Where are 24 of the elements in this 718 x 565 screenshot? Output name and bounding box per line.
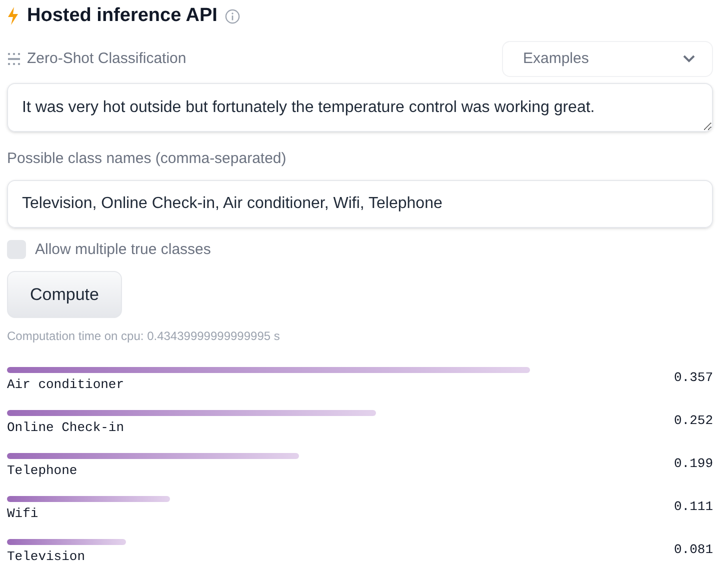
class-label: Online Check-in	[7, 419, 126, 437]
class-label: Television	[7, 548, 86, 565]
score-value: 0.357	[674, 369, 713, 387]
lightning-icon	[7, 7, 19, 25]
compute-button[interactable]: Compute	[7, 271, 122, 318]
class-label: Telephone	[7, 462, 78, 480]
task-label: Zero-Shot Classification	[27, 48, 186, 69]
class-label: Air conditioner	[7, 376, 126, 394]
class-names-field[interactable]: Television, Online Check-in, Air conditioner, Wifi, Telephone	[7, 180, 713, 228]
checkbox-label: Allow multiple true classes	[35, 240, 211, 260]
class-label: Wifi	[7, 505, 40, 523]
checkbox[interactable]	[7, 240, 26, 260]
examples-dropdown[interactable]: Examples	[502, 41, 713, 77]
computation-time: Computation time on cpu: 0.43439999999999995 s	[7, 328, 281, 345]
score-value: 0.252	[674, 412, 713, 430]
score-value: 0.111	[674, 498, 713, 516]
score-value: 0.081	[674, 541, 713, 559]
section-title: Hosted inference API	[27, 4, 218, 28]
info-icon[interactable]	[225, 8, 240, 24]
chevron-down-icon	[682, 54, 696, 64]
score-value: 0.199	[674, 455, 713, 473]
field-label: Possible class names (comma-separated)	[7, 149, 288, 169]
input-text-area[interactable]: It was very hot outside but fortunately the temperature control was working great.	[7, 83, 713, 132]
grid-dots-icon	[7, 52, 21, 66]
